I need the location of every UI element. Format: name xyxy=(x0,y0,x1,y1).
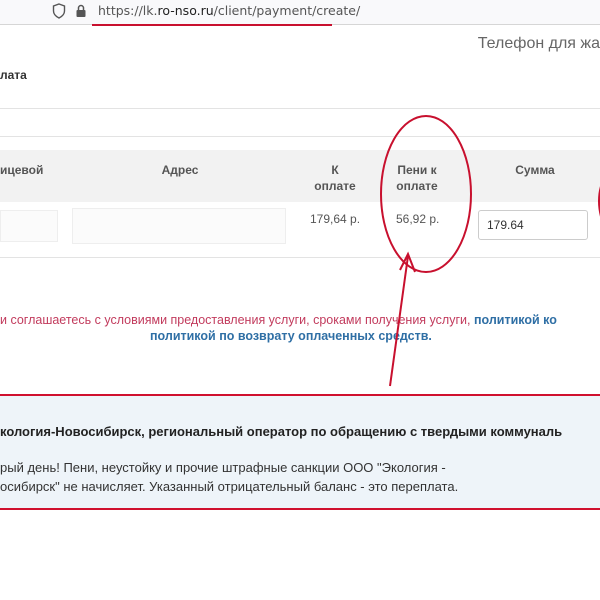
divider xyxy=(0,257,600,258)
message-body: рый день! Пени, неустойку и прочие штраф… xyxy=(0,458,520,496)
message-line-1: рый день! Пени, неустойку и прочие штраф… xyxy=(0,460,446,475)
lock-icon xyxy=(76,4,86,17)
policy-link[interactable]: политикой ко xyxy=(474,313,557,327)
col-account: ицевой xyxy=(0,163,44,177)
section-title: лата xyxy=(0,68,27,82)
url-text[interactable]: https://lk.ro-nso.ru/client/payment/crea… xyxy=(98,3,360,18)
browser-url-bar[interactable]: https://lk.ro-nso.ru/client/payment/crea… xyxy=(0,0,600,25)
account-cell-redacted xyxy=(0,210,58,242)
red-annotations xyxy=(380,115,600,387)
divider xyxy=(0,136,600,137)
col-to-pay: К оплате xyxy=(300,162,370,194)
col-sum: Сумма xyxy=(515,163,555,177)
col-address: Адрес xyxy=(161,163,199,177)
refund-policy-link[interactable]: политикой по возврату оплаченных средств… xyxy=(150,329,432,343)
divider xyxy=(0,108,600,109)
col-fines: Пени к оплате xyxy=(382,162,452,194)
fines-value: 56,92 р. xyxy=(396,212,440,226)
to-pay-value: 179,64 р. xyxy=(310,212,361,226)
url-underline-annotation xyxy=(92,24,332,26)
message-line-2: осибирск" не начисляет. Указанный отрица… xyxy=(0,479,459,494)
address-cell-redacted xyxy=(72,208,286,244)
message-title: кология-Новосибирск, региональный операт… xyxy=(0,424,563,439)
sum-input[interactable] xyxy=(478,210,588,240)
col-fines-line2: оплате xyxy=(396,179,438,193)
phone-label: Телефон для жа xyxy=(477,35,600,52)
col-to-pay-line2: оплате xyxy=(314,179,356,193)
info-message-box: кология-Новосибирск, региональный операт… xyxy=(0,394,600,510)
shield-icon xyxy=(52,3,66,19)
agreement-terms-link[interactable]: и соглашаетесь с условиями предоставлени… xyxy=(0,313,470,327)
col-fines-line1: Пени к xyxy=(397,163,437,177)
col-to-pay-line1: К xyxy=(331,163,339,177)
table-header: ицевой Адрес К оплате Пени к оплате Сумм… xyxy=(0,150,600,202)
